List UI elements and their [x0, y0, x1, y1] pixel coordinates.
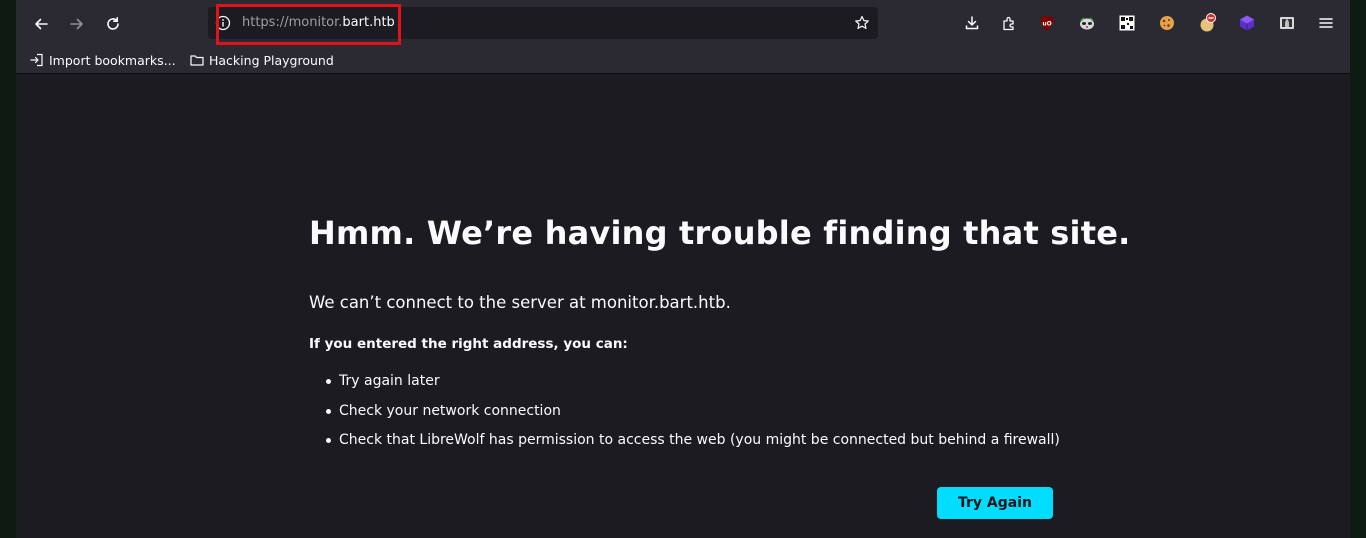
forward-button[interactable]: [64, 11, 90, 37]
cookie-autodelete-button[interactable]: [1157, 13, 1177, 33]
cookie-icon: [1160, 16, 1174, 30]
site-info-icon[interactable]: [215, 15, 231, 31]
suggestion-item: Try again later: [309, 371, 1060, 401]
privacy-badger-icon: [1080, 17, 1094, 30]
browser-toolbar: https://monitor.bart.htb uO: [16, 0, 1350, 46]
ublock-origin-button[interactable]: uO: [1037, 13, 1057, 33]
suggestion-text: Try again later: [339, 373, 440, 389]
cube-extension-button[interactable]: [1237, 13, 1257, 33]
bullet-icon: [326, 379, 331, 384]
import-bookmarks-label: Import bookmarks...: [49, 52, 176, 68]
picture-in-picture-button[interactable]: [1277, 13, 1297, 33]
extensions-icon: [1003, 16, 1014, 31]
qr-code-button[interactable]: [1117, 13, 1137, 33]
folder-icon: [190, 55, 204, 66]
qr-code-icon: [1119, 15, 1135, 31]
downloads-button[interactable]: [962, 13, 982, 33]
bookmark-star-icon[interactable]: [854, 15, 870, 31]
extensions-button[interactable]: [999, 13, 1019, 33]
suggestion-text: Check that LibreWolf has permission to a…: [339, 432, 1060, 448]
svg-text:uO: uO: [1042, 21, 1051, 28]
browser-window: https://monitor.bart.htb uO Import bookm…: [16, 0, 1350, 538]
bookmark-folder-hacking-playground[interactable]: Hacking Playground: [190, 51, 334, 69]
reload-button[interactable]: [100, 11, 126, 37]
downloads-icon: [965, 16, 979, 30]
app-menu-button[interactable]: [1316, 13, 1336, 33]
arrow-right-icon: [70, 18, 83, 30]
import-icon: [30, 53, 43, 67]
suggestion-item: Check that LibreWolf has permission to a…: [309, 430, 1060, 460]
url-prefix: https://monitor.: [242, 15, 343, 30]
reload-icon: [107, 17, 119, 30]
error-subheading: If you entered the right address, you ca…: [309, 336, 628, 352]
privacy-badger-button[interactable]: [1077, 13, 1097, 33]
bullet-icon: [326, 408, 331, 414]
back-button[interactable]: [28, 11, 54, 37]
ublock-origin-icon: uO: [1040, 15, 1054, 31]
error-page: Hmm. We’re having trouble finding that s…: [16, 75, 1350, 538]
import-bookmarks-item[interactable]: Import bookmarks...: [30, 51, 176, 69]
try-again-button[interactable]: Try Again: [937, 487, 1053, 519]
arrow-left-icon: [35, 18, 48, 30]
picture-in-picture-icon: [1280, 17, 1294, 29]
error-title: Hmm. We’re having trouble finding that s…: [309, 214, 1131, 252]
error-description: We can’t connect to the server at monito…: [309, 293, 731, 312]
bullet-icon: [326, 438, 331, 443]
hamburger-menu-icon: [1319, 18, 1333, 28]
url-domain: bart.htb: [342, 15, 395, 30]
cube-icon: [1240, 15, 1254, 31]
suggestion-list: Try again later Check your network conne…: [309, 371, 1060, 460]
stop-sign-icon: [1200, 13, 1216, 32]
address-bar[interactable]: https://monitor.bart.htb: [208, 7, 878, 39]
suggestion-text: Check your network connection: [339, 402, 561, 419]
stop-sign-extension-button[interactable]: [1197, 13, 1217, 33]
url-text[interactable]: https://monitor.bart.htb: [242, 15, 395, 31]
suggestion-item: Check your network connection: [309, 401, 1060, 431]
bookmark-folder-label: Hacking Playground: [209, 52, 334, 68]
